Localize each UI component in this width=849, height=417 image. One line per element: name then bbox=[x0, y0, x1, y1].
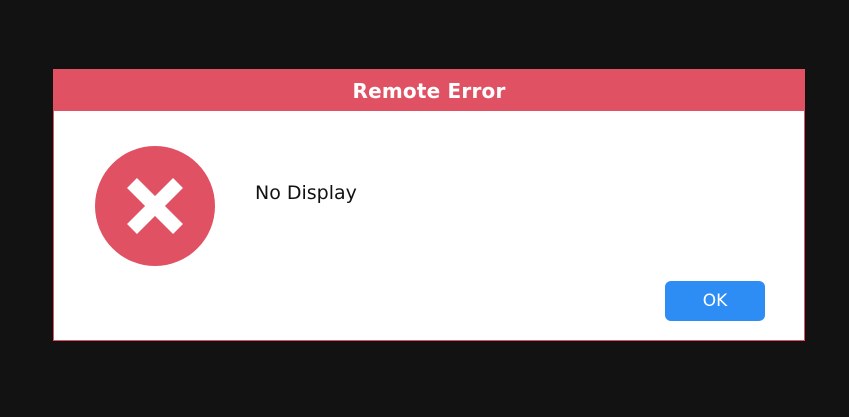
dialog-title: Remote Error bbox=[352, 78, 506, 103]
remote-error-dialog: Remote Error No Display OK bbox=[53, 69, 805, 341]
ok-button[interactable]: OK bbox=[665, 281, 765, 321]
error-message: No Display bbox=[255, 182, 357, 204]
error-x-icon bbox=[95, 146, 215, 266]
dialog-titlebar: Remote Error bbox=[54, 70, 804, 111]
